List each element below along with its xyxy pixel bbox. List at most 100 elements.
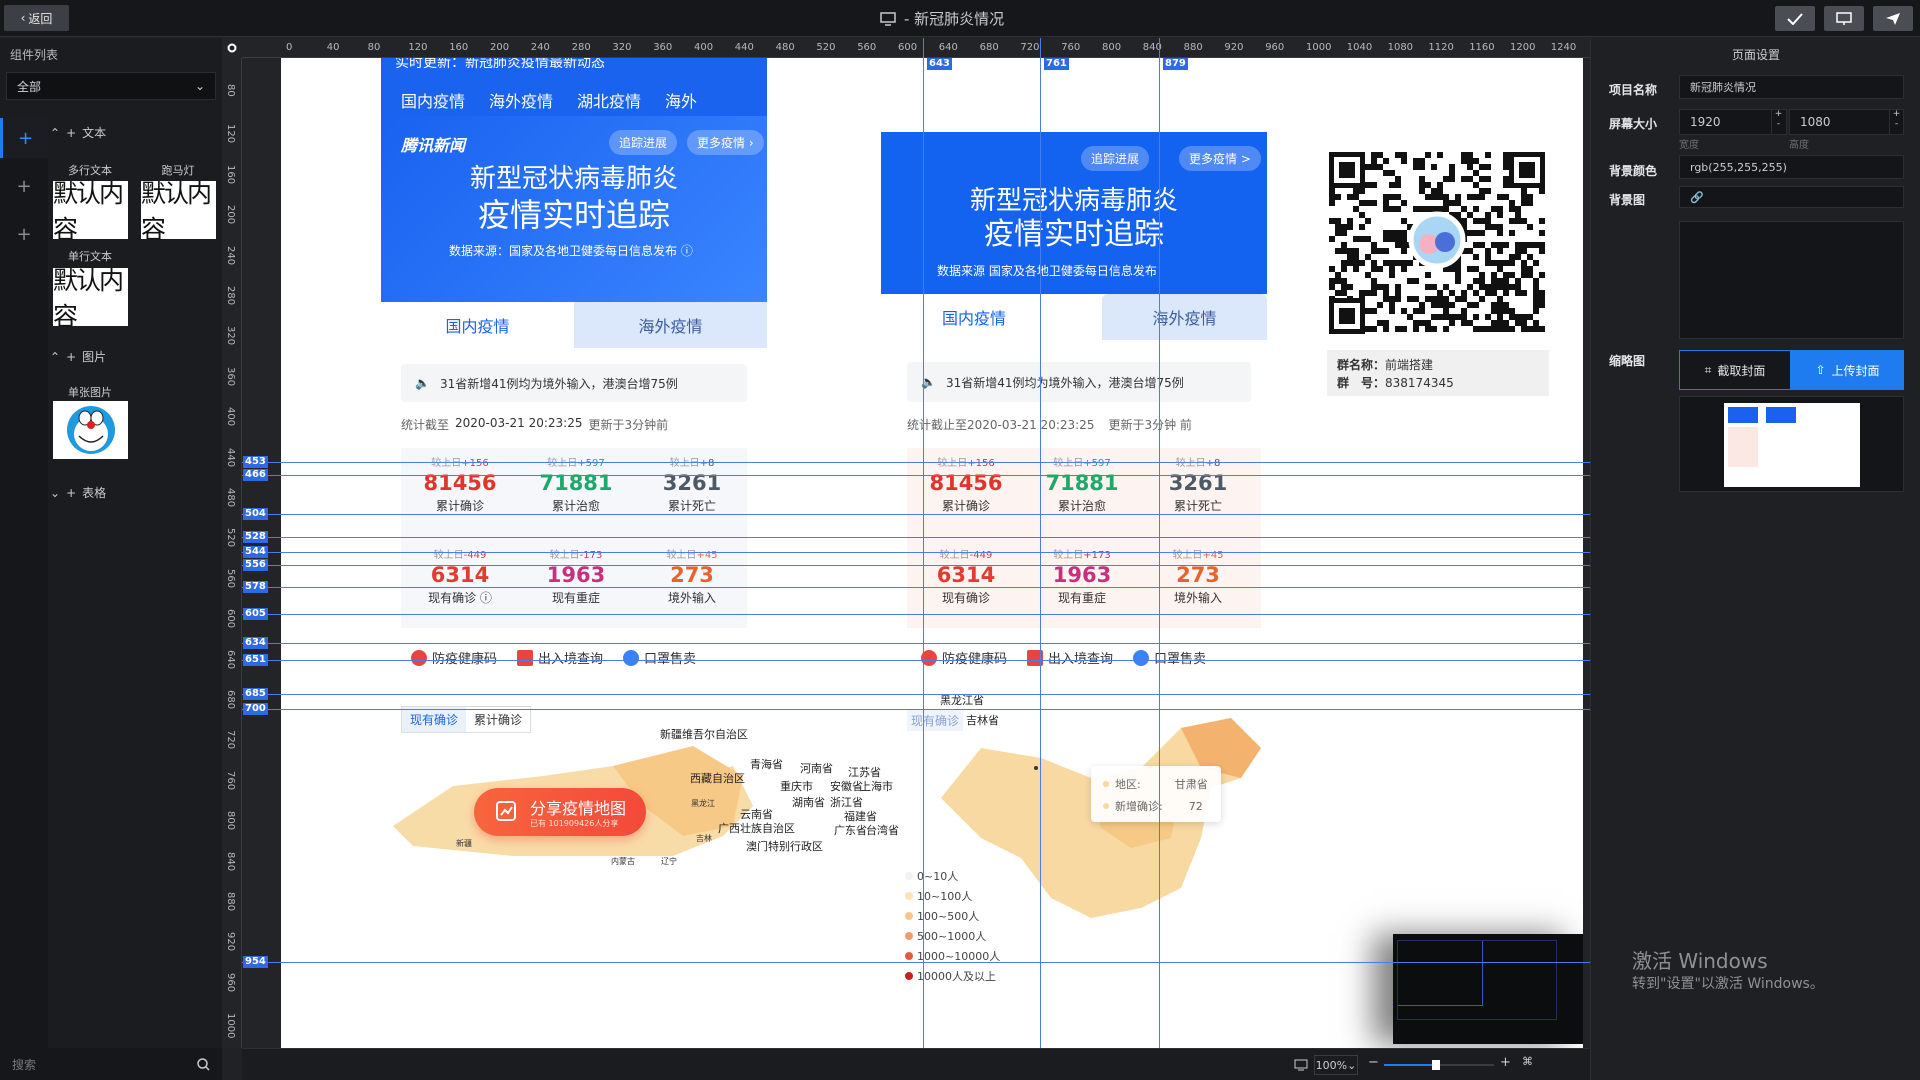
horizontal-ruler[interactable]: 0 40 80 120 160 200 240 280 320 360 400 440 480 520 56…	[242, 38, 1617, 58]
component-search[interactable]: 搜索	[0, 1048, 222, 1080]
province-label: 安徽省	[830, 780, 863, 793]
zoom-in-button[interactable]: +	[1500, 1055, 1511, 1070]
ruler-tick-label: 0	[286, 42, 293, 53]
subtab-overseas[interactable]: 海外疫情	[574, 302, 767, 348]
track-progress-button-2[interactable]: 追踪进展	[1081, 146, 1150, 171]
publish-button[interactable]	[1873, 6, 1913, 31]
stat-delta: +8	[699, 458, 715, 469]
stat-caption-text: 较上日	[669, 458, 700, 469]
tab-overseas-2[interactable]: 海外	[665, 88, 697, 112]
guide-line-horizontal[interactable]	[242, 537, 1590, 538]
health-code-link[interactable]: 防疫健康码	[411, 648, 497, 667]
border-query-link[interactable]: 出入境查询	[517, 648, 603, 667]
zoom-slider-thumb[interactable]	[1432, 1060, 1440, 1070]
guide-line-vertical[interactable]	[1040, 38, 1041, 1048]
guide-line-horizontal[interactable]	[242, 614, 1590, 615]
more-epidemic-button[interactable]: 更多疫情 ›	[687, 130, 764, 155]
guide-line-horizontal[interactable]	[242, 565, 1590, 566]
selected-dark-widget[interactable]	[1393, 934, 1583, 1044]
health-code-link-2[interactable]: 防疫健康码	[921, 648, 1007, 667]
map-legend: 0~10人 10~100人 100~500人 500~1000人 1000~10000人…	[905, 866, 1000, 986]
guide-line-horizontal[interactable]	[242, 475, 1590, 476]
legend-label: 500~1000人	[917, 930, 987, 943]
tab-overseas[interactable]: 海外疫情	[489, 88, 553, 112]
ruler-tick-label: 720	[225, 730, 236, 750]
capture-label: 截取封面	[1717, 363, 1766, 378]
legend-swatch	[905, 892, 913, 900]
zoom-out-button[interactable]: −	[1368, 1055, 1379, 1070]
thumb-block	[1728, 427, 1758, 467]
save-button[interactable]	[1775, 6, 1815, 31]
bg-image-upload[interactable]	[1679, 221, 1904, 339]
subtab-domestic[interactable]: 国内疫情	[381, 302, 574, 348]
category-select[interactable]: 全部 ⌄	[6, 72, 216, 100]
legend-swatch	[905, 972, 913, 980]
ruler-tick-label: 920	[225, 932, 236, 952]
ruler-tick-label: 400	[694, 42, 714, 53]
zoom-select[interactable]: 100% ⌄	[1314, 1055, 1358, 1075]
tab-domestic[interactable]: 国内疫情	[401, 88, 465, 112]
guide-line-horizontal[interactable]	[242, 643, 1590, 644]
mask-sale-link-2[interactable]: 口罩售卖	[1133, 648, 1206, 667]
capture-cover-button[interactable]: ⌗ 截取封面	[1679, 350, 1791, 390]
share-map-button[interactable]: 分享疫情地图 已有 101909426人分享	[474, 788, 646, 836]
bg-image-url-input[interactable]: 🔗	[1679, 186, 1904, 208]
tab-add-1[interactable]: +	[0, 118, 48, 158]
stat-cell: 较上日-449 6314 现有确诊 ⓘ	[405, 546, 515, 606]
legend-item: 10000人及以上	[905, 966, 1000, 986]
component-singleline-text[interactable]: 默认内容	[53, 268, 128, 326]
category-select-value: 全部	[17, 79, 42, 94]
vertical-ruler[interactable]: 80 120 160 200 240 280 320 360 400 440 480 520 560 60…	[222, 58, 242, 1048]
mask-sale-link[interactable]: 口罩售卖	[623, 648, 696, 667]
height-stepper[interactable]: + -	[1889, 109, 1903, 135]
guide-line-vertical[interactable]	[1159, 38, 1160, 1048]
map-label-jilin: 吉林	[696, 834, 712, 843]
guide-line-horizontal[interactable]	[242, 587, 1590, 588]
ruler-corner[interactable]	[222, 38, 242, 58]
group-text[interactable]: ⌃ + 文本	[50, 124, 106, 141]
guide-marker: 556	[243, 559, 268, 571]
stat-label: 累计确诊	[941, 499, 990, 513]
component-marquee[interactable]: 默认内容	[141, 181, 216, 239]
tab-hubei[interactable]: 湖北疫情	[577, 88, 641, 112]
stat-cell: 较上日+156 81456 累计确诊	[405, 454, 515, 514]
map-tab-current[interactable]: 现有确诊	[402, 707, 467, 732]
guide-line-horizontal[interactable]	[242, 552, 1590, 553]
component-multiline-text[interactable]: 默认内容	[53, 181, 128, 239]
guide-line-horizontal[interactable]	[242, 694, 1590, 695]
preview-button[interactable]	[1824, 6, 1864, 31]
preview-text: 默认内容	[53, 181, 124, 239]
plus-icon: +	[66, 125, 77, 140]
zoom-slider[interactable]	[1384, 1060, 1494, 1070]
group-no-value: 838174345	[1385, 376, 1454, 390]
upload-cover-button[interactable]: ⇧ 上传封面	[1791, 350, 1904, 390]
component-single-image[interactable]	[53, 401, 128, 459]
tab-add-3[interactable]: +	[0, 214, 48, 254]
project-name-input[interactable]: 新冠肺炎情况	[1679, 75, 1904, 99]
guide-line-horizontal[interactable]	[242, 462, 1590, 463]
ruler-tick-label: 920	[1224, 42, 1244, 53]
group-table[interactable]: ⌄ + 表格	[50, 484, 106, 501]
group-image[interactable]: ⌃ + 图片	[50, 348, 106, 365]
guide-line-horizontal[interactable]	[242, 660, 1590, 661]
bg-color-input[interactable]: rgb(255,255,255)	[1679, 155, 1904, 179]
stat-delta: +156	[967, 458, 995, 469]
map-tab-total[interactable]: 累计确诊	[466, 707, 530, 732]
track-progress-button[interactable]: 追踪进展	[609, 130, 678, 155]
guide-marker: 954	[243, 956, 268, 968]
ruler-tick-label: 640	[938, 42, 958, 53]
height-input[interactable]: 1080	[1789, 109, 1904, 135]
design-page[interactable]: 实时更新：新冠肺炎疫情最新动态 国内疫情 海外疫情 湖北疫情 海外 腾讯新闻 追…	[281, 58, 1583, 1050]
subtab-overseas-2[interactable]: 海外疫情	[1102, 294, 1267, 340]
back-button[interactable]: ‹ 返回	[4, 5, 69, 31]
tab-add-2[interactable]: +	[0, 166, 48, 206]
guide-line-vertical[interactable]	[923, 38, 924, 1048]
guide-line-horizontal[interactable]	[242, 709, 1590, 710]
chevron-up-icon: ⌃	[50, 349, 61, 364]
guide-line-horizontal[interactable]	[242, 514, 1590, 515]
more-epidemic-button-2[interactable]: 更多疫情 >	[1179, 146, 1261, 171]
width-stepper[interactable]: + -	[1771, 109, 1785, 135]
guide-line-horizontal[interactable]	[242, 962, 1590, 963]
shortcut-icon[interactable]: ⌘	[1522, 1055, 1533, 1068]
stat-caption: 较上日-449	[405, 546, 515, 561]
